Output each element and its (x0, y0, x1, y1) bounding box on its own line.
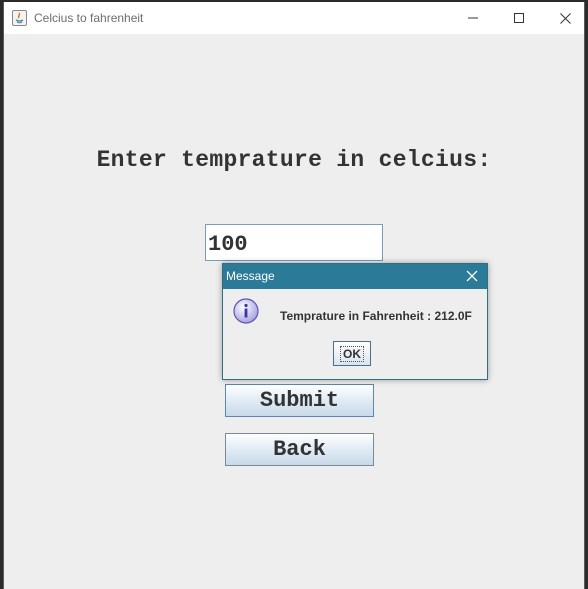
minimize-button[interactable] (450, 2, 496, 34)
dialog-title-bar[interactable]: Message (223, 264, 487, 289)
message-dialog: Message Temprature in Fahrenheit : 212.0… (222, 263, 488, 380)
ok-button-label: OK (340, 345, 364, 362)
dialog-title: Message (226, 269, 275, 283)
info-icon (233, 298, 259, 324)
app-window: Celcius to fahrenheit Enter temprature i… (3, 2, 585, 589)
maximize-button[interactable] (496, 2, 542, 34)
submit-button[interactable]: Submit (225, 384, 374, 417)
celsius-prompt-label: Enter temprature in celcius: (96, 147, 492, 173)
ok-button[interactable]: OK (333, 341, 371, 366)
celsius-input[interactable] (205, 224, 383, 261)
maximize-icon (514, 13, 524, 23)
close-icon (559, 12, 571, 24)
dialog-close-icon[interactable] (465, 269, 479, 283)
window-title: Celcius to fahrenheit (34, 11, 144, 25)
back-button[interactable]: Back (225, 433, 374, 466)
dialog-message: Temprature in Fahrenheit : 212.0F (280, 309, 472, 323)
java-icon (12, 10, 27, 26)
title-bar[interactable]: Celcius to fahrenheit (4, 2, 584, 34)
minimize-icon (468, 17, 478, 19)
close-button[interactable] (542, 2, 588, 34)
